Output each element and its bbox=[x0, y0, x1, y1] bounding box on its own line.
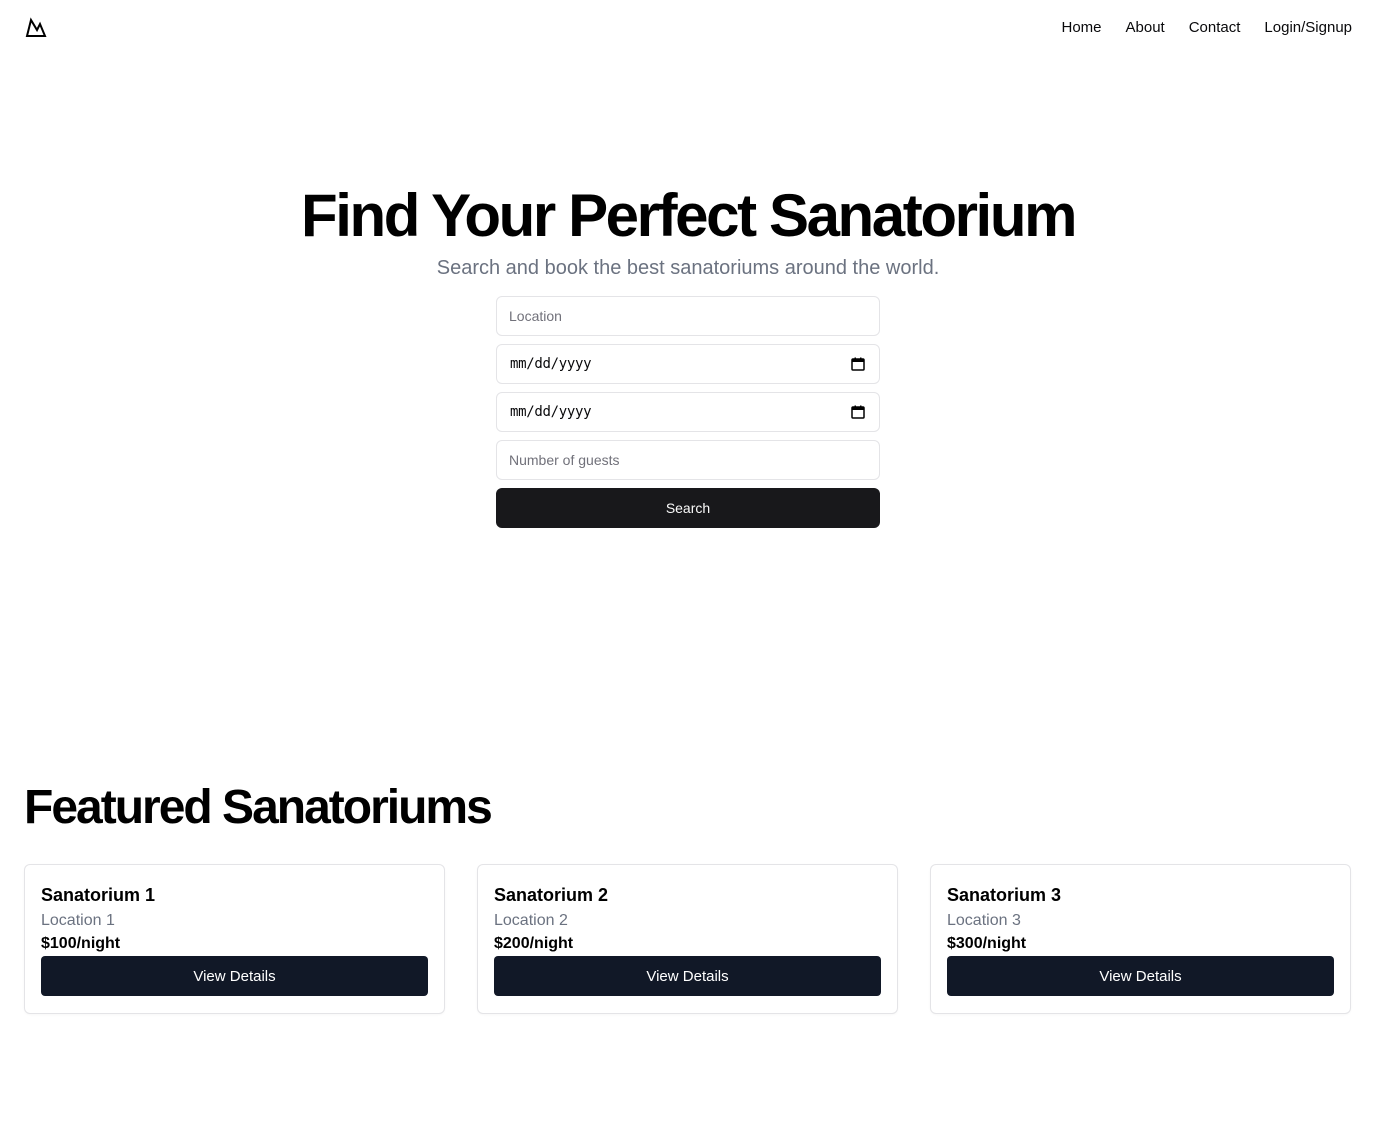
featured-cards: Sanatorium 1 Location 1 $100/night View … bbox=[24, 864, 1352, 1014]
mountain-icon[interactable] bbox=[24, 16, 48, 40]
location-field-wrapper bbox=[496, 296, 880, 336]
site-header: Home About Contact Login/Signup bbox=[0, 0, 1376, 56]
card-location: Location 1 bbox=[41, 912, 115, 929]
location-input[interactable] bbox=[509, 308, 867, 324]
view-details-button[interactable]: View Details bbox=[947, 956, 1334, 996]
sanatorium-card: Sanatorium 2 Location 2 $200/night View … bbox=[477, 864, 898, 1014]
card-title: Sanatorium 1 bbox=[41, 885, 156, 905]
card-location: Location 3 bbox=[947, 912, 1021, 929]
calendar-icon[interactable] bbox=[851, 357, 865, 371]
search-button[interactable]: Search bbox=[496, 488, 880, 528]
guests-field-wrapper bbox=[496, 440, 880, 480]
card-price: $300/night bbox=[947, 935, 1027, 952]
card-price: $100/night bbox=[41, 935, 121, 952]
view-details-button[interactable]: View Details bbox=[41, 956, 428, 996]
card-location: Location 2 bbox=[494, 912, 568, 929]
search-form: mm/dd/yyyy mm/dd/yyyy Search bbox=[496, 296, 880, 528]
featured-section: Featured Sanatoriums Sanatorium 1 Locati… bbox=[24, 778, 1352, 1014]
nav-about-link[interactable]: About bbox=[1126, 18, 1165, 38]
card-price: $200/night bbox=[494, 935, 574, 952]
guests-input[interactable] bbox=[509, 452, 867, 468]
hero-subtitle: Search and book the best sanatoriums aro… bbox=[436, 257, 940, 279]
checkout-date-input[interactable]: mm/dd/yyyy bbox=[496, 392, 880, 432]
hero-title: Find Your Perfect Sanatorium bbox=[300, 182, 1077, 249]
card-title: Sanatorium 2 bbox=[494, 885, 609, 905]
calendar-icon[interactable] bbox=[851, 405, 865, 419]
checkin-date-value: mm/dd/yyyy bbox=[510, 356, 592, 372]
view-details-button[interactable]: View Details bbox=[494, 956, 881, 996]
nav-home-link[interactable]: Home bbox=[1062, 18, 1102, 38]
checkin-date-input[interactable]: mm/dd/yyyy bbox=[496, 344, 880, 384]
sanatorium-card: Sanatorium 3 Location 3 $300/night View … bbox=[930, 864, 1351, 1014]
hero-section: Find Your Perfect Sanatorium Search and … bbox=[0, 180, 1376, 282]
featured-title: Featured Sanatoriums bbox=[24, 781, 493, 834]
card-title: Sanatorium 3 bbox=[947, 885, 1062, 905]
nav-contact-link[interactable]: Contact bbox=[1189, 18, 1241, 38]
nav-login-signup-link[interactable]: Login/Signup bbox=[1264, 18, 1352, 38]
sanatorium-card: Sanatorium 1 Location 1 $100/night View … bbox=[24, 864, 445, 1014]
checkout-date-value: mm/dd/yyyy bbox=[510, 404, 592, 420]
main-nav: Home About Contact Login/Signup bbox=[1062, 18, 1353, 38]
